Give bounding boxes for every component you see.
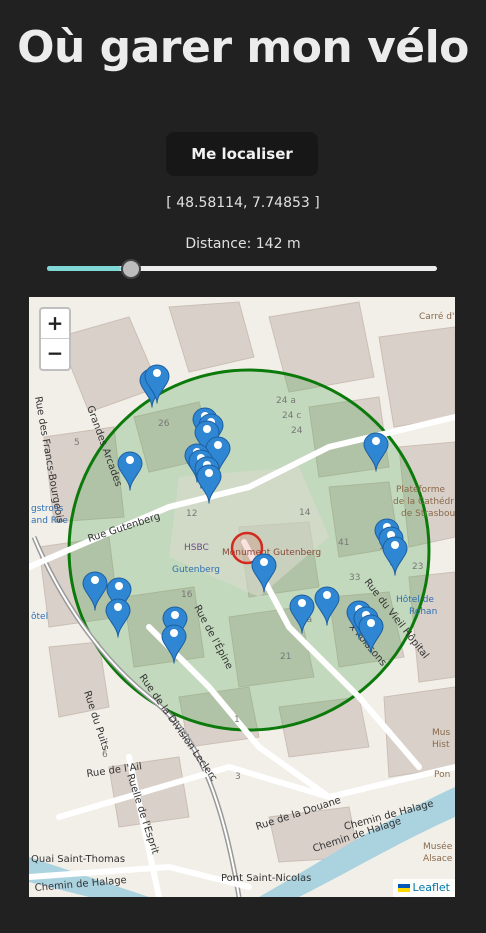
zoom-in-button[interactable]: +: [41, 309, 69, 339]
coordinates-readout: [ 48.58114, 7.74853 ]: [166, 195, 320, 211]
slider-thumb[interactable]: [121, 259, 142, 279]
house-number: 26: [158, 419, 170, 429]
slider-fill: [47, 266, 122, 271]
house-number: 41: [338, 538, 349, 548]
house-number: 24 c: [282, 411, 301, 421]
poi-label-musee-alsace-1: Musée: [423, 841, 453, 852]
poi-label-hotel-left: ôtel: [31, 611, 48, 622]
marker-dot: [126, 456, 134, 464]
house-number: 24: [291, 426, 303, 436]
marker-dot: [115, 582, 123, 590]
marker-dot: [170, 629, 178, 637]
zoom-control: + −: [39, 307, 71, 371]
poi-label-pont-right: Pon: [434, 770, 450, 780]
marker-dot: [323, 591, 331, 599]
house-number: 21: [280, 652, 291, 662]
leaflet-link[interactable]: Leaflet: [413, 881, 450, 894]
marker-dot: [171, 611, 179, 619]
poi-label-hotel-rohan-2: Rohan: [409, 607, 437, 617]
house-number: 33: [349, 573, 360, 583]
marker-dot: [214, 441, 222, 449]
marker-dot: [91, 576, 99, 584]
zoom-out-button[interactable]: −: [41, 339, 69, 369]
house-number: 3: [235, 772, 241, 782]
house-number: 23: [412, 562, 423, 572]
marker-dot: [367, 619, 375, 627]
poi-label-mus-1: Mus: [432, 728, 450, 738]
distance-label: Distance: 142 m: [185, 236, 301, 252]
marker-dot: [203, 425, 211, 433]
poi-label-plateforme: Plateforme: [396, 485, 445, 495]
marker-dot: [260, 558, 268, 566]
map-view[interactable]: Grandes Arcades Rue des Francs-Bourgeois…: [29, 297, 455, 897]
locate-me-button[interactable]: Me localiser: [166, 132, 318, 176]
marker-dot: [205, 469, 213, 477]
marker-dot: [114, 603, 122, 611]
street-label-pont-st-nicolas-1: Pont Saint-Nicolas: [221, 873, 311, 884]
poi-label-gstross: gstross: [31, 504, 64, 514]
map-tiles[interactable]: Grandes Arcades Rue des Francs-Bourgeois…: [29, 297, 455, 897]
poi-label-mus-2: Hist: [432, 740, 450, 750]
poi-label-cathedrale-2: de Strasbou: [401, 509, 455, 519]
poi-label-and-rue: and Rue: [31, 516, 68, 526]
page-title: Où garer mon vélo: [17, 22, 469, 73]
marker-dot: [298, 599, 306, 607]
house-number: 14: [299, 508, 311, 518]
house-number: 16: [181, 590, 193, 600]
house-number: 5: [74, 438, 80, 448]
house-number: 6: [102, 750, 108, 760]
poi-label-cathedrale-1: de la Cathédr: [393, 496, 454, 507]
street-label-quai-st-thomas: Quai Saint-Thomas: [31, 854, 125, 865]
marker-dot: [372, 437, 380, 445]
map-attribution[interactable]: Leaflet: [392, 879, 455, 897]
poi-label-hotel-rohan-1: Hôtel de: [396, 594, 434, 605]
poi-label-musee-alsace-2: Alsace: [423, 854, 453, 864]
poi-label-gutenberg-stop: Gutenberg: [172, 565, 220, 575]
marker-dot: [153, 369, 161, 377]
house-number: 1: [234, 715, 240, 725]
poi-label-carre: Carré d': [419, 311, 454, 322]
house-number: 24 a: [276, 396, 296, 406]
poi-label-hsbc: HSBC: [184, 543, 209, 553]
distance-slider[interactable]: [47, 258, 437, 280]
ukraine-flag-icon: [397, 884, 410, 892]
marker-dot: [391, 541, 399, 549]
house-number: 12: [186, 509, 197, 519]
